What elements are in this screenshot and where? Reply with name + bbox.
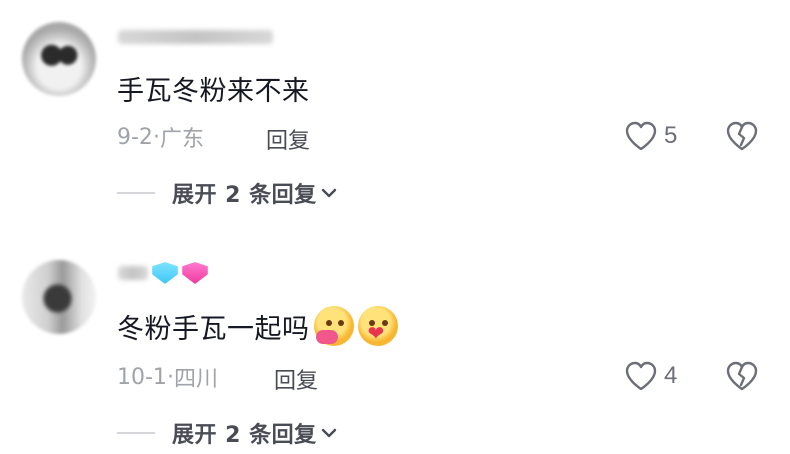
dislike-button[interactable]: [724, 360, 760, 396]
comment-location: 四川: [173, 367, 218, 392]
comment-item: 冬粉手瓦一起吗 10-1 · 四川 回复 4 展开 2 条回复: [0, 0, 790, 454]
divider-line: [117, 432, 155, 434]
blue-gem-badge-icon: [152, 262, 178, 284]
pink-gem-badge-icon: [182, 262, 208, 284]
avatar[interactable]: [22, 260, 96, 334]
meta-separator: ·: [166, 364, 174, 390]
expand-replies[interactable]: 展开 2 条回复: [117, 418, 337, 448]
username-blurred[interactable]: [118, 262, 208, 284]
comment-date: 10-1: [117, 364, 167, 390]
reply-button[interactable]: 回复: [274, 363, 318, 395]
like-count: 4: [664, 362, 678, 389]
heart-face-emoji: [357, 306, 398, 346]
comment-meta: 10-1 · 四川: [117, 362, 218, 393]
broken-heart-icon: [726, 361, 758, 391]
hugging-face-emoji: [313, 306, 354, 346]
expand-replies-label: 展开 2 条回复: [172, 423, 317, 448]
like-button[interactable]: 4: [624, 360, 677, 392]
chevron-down-icon: [321, 428, 336, 438]
heart-outline-icon: [625, 361, 657, 391]
comment-text-body: 冬粉手瓦一起吗: [117, 313, 310, 345]
comment-text: 冬粉手瓦一起吗: [117, 306, 398, 346]
